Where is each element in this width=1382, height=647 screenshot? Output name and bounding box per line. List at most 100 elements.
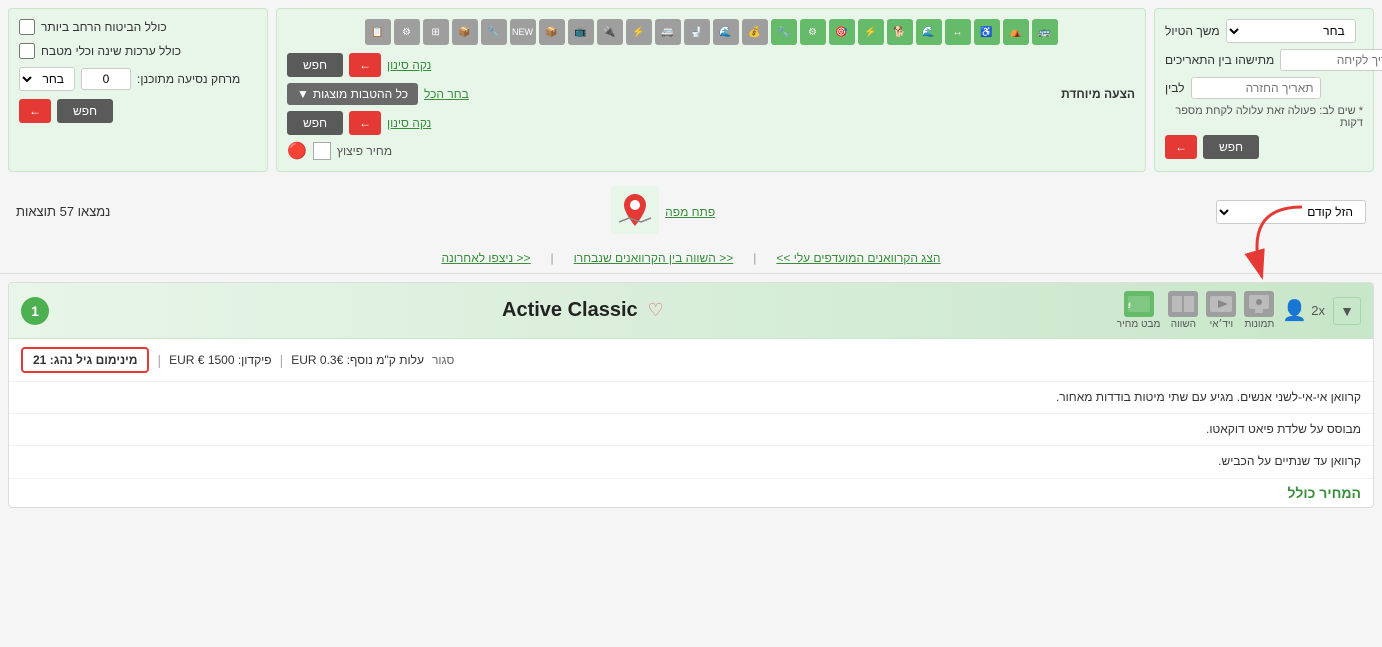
- card-number: 1: [21, 297, 49, 325]
- middle-filter-panel: 🚌 ⛺ ♿ ↔ 🌊 🐕 ⚡ 🎯 ⚙ 🔧 💰 🌊 🚽 🚐 ⚡ 🔌 📺 📦 NEW …: [276, 8, 1146, 172]
- middle-back2-btn[interactable]: ←: [349, 111, 381, 135]
- nav-link-3[interactable]: הצג הקרוואנים המועדפים עלי >>: [776, 251, 940, 265]
- tools-icon[interactable]: 🔧: [481, 19, 507, 45]
- desc-row-1: קרוואן אי-אי-לשני אנשים. מגיע עם שתי מיט…: [9, 382, 1373, 414]
- card-header: ▼ 2x 👤 תמונות ויד׳אי: [9, 283, 1373, 339]
- arrows-icon[interactable]: ↔: [945, 19, 971, 45]
- action-video[interactable]: ויד׳אי: [1206, 291, 1236, 330]
- expand-btn[interactable]: ▼: [1333, 297, 1361, 325]
- result-card-wrapper: ▼ 2x 👤 תמונות ויד׳אי: [0, 282, 1382, 508]
- photos-label: תמונות: [1244, 319, 1274, 330]
- map-icon: [611, 186, 659, 237]
- nav-sep-1: |: [753, 251, 756, 265]
- package-icon[interactable]: 📦: [452, 19, 478, 45]
- special-offer-label: הצעה מיוחדת: [1061, 87, 1135, 101]
- wrench-icon[interactable]: 🔧: [771, 19, 797, 45]
- right-back-btn[interactable]: ←: [19, 99, 51, 123]
- right-btn-group: חפש ←: [19, 99, 257, 123]
- result-card: ▼ 2x 👤 תמונות ויד׳אי: [8, 282, 1374, 508]
- date-to-input[interactable]: [1191, 77, 1321, 99]
- nav-links: הצג הקרוואנים המועדפים עלי >> | << השווה…: [0, 243, 1382, 274]
- distance-label: מרחק נסיעה מתוכנן:: [137, 72, 240, 86]
- rv-icon[interactable]: 🚐: [655, 19, 681, 45]
- middle-clear-row: נקה סינון ← חפש: [287, 53, 1135, 77]
- note-text: * שים לב: פעולה זאת עלולה לקחת מספר דקות: [1165, 105, 1363, 129]
- distance-input[interactable]: [81, 68, 131, 90]
- video-icon: [1206, 291, 1236, 317]
- age-badge: מינימום גיל נהג: 21: [21, 347, 149, 373]
- gear-icon[interactable]: ⚙: [800, 19, 826, 45]
- wave-icon[interactable]: 🌊: [713, 19, 739, 45]
- target-icon[interactable]: 🎯: [829, 19, 855, 45]
- insurance-checkbox[interactable]: [19, 19, 35, 35]
- pet-icon[interactable]: 🐕: [887, 19, 913, 45]
- route-select[interactable]: בחר: [1226, 19, 1356, 43]
- electric-icon[interactable]: ⚡: [858, 19, 884, 45]
- route-row: בחר משך הטיול: [1165, 19, 1363, 43]
- kitchen-checkbox[interactable]: [19, 43, 35, 59]
- money-icon[interactable]: 💰: [742, 19, 768, 45]
- camp-icon[interactable]: ⛺: [1003, 19, 1029, 45]
- desc-row-3: קרוואן עד שנתיים על הכביש.: [9, 446, 1373, 478]
- clear-filter2-link[interactable]: נקה סינון: [387, 116, 431, 130]
- desc-row-2: מבוסס על שלדת פיאט דוקאטו.: [9, 414, 1373, 446]
- date-from-input[interactable]: [1280, 49, 1382, 71]
- right-search-btn[interactable]: חפש: [57, 99, 113, 123]
- persons-count: 2x: [1311, 303, 1325, 318]
- price-checkbox[interactable]: [313, 142, 331, 160]
- to-label: לבין: [1165, 81, 1185, 95]
- left-search-btn[interactable]: חפש: [1203, 135, 1259, 159]
- grid-icon[interactable]: ⊞: [423, 19, 449, 45]
- clear-filter-link[interactable]: נקה סינון: [387, 58, 431, 72]
- box-icon[interactable]: 📦: [539, 19, 565, 45]
- settings-icon[interactable]: ⚙: [394, 19, 420, 45]
- compare-icon: [1168, 291, 1198, 317]
- svg-text:₪₪₪: ₪₪₪: [1128, 300, 1131, 310]
- dates-row: מתישהו בין התאריכים: [1165, 49, 1363, 71]
- insurance-row: כולל הביטוח הרחב ביותר: [19, 19, 257, 35]
- action-photos[interactable]: תמונות: [1244, 291, 1274, 330]
- price-filter-row: מחיר פיצוץ 🔴: [287, 141, 1135, 161]
- card-title-area: ♡ Active Classic: [502, 299, 664, 322]
- middle-search2-btn[interactable]: חפש: [287, 111, 343, 135]
- map-label[interactable]: פתח מפה: [665, 205, 715, 219]
- nav-link-2[interactable]: << השווה בין הקרוואנים שנבחרו: [574, 251, 734, 265]
- card-name: Active Classic: [502, 299, 638, 322]
- left-back-btn[interactable]: ←: [1165, 135, 1197, 159]
- heart-icon[interactable]: ♡: [648, 300, 664, 321]
- action-price-focus[interactable]: ₪₪₪ מבט מחיר: [1117, 291, 1161, 330]
- separator2: |: [280, 352, 284, 368]
- bus-icon[interactable]: 🚌: [1032, 19, 1058, 45]
- items-icon[interactable]: 📋: [365, 19, 391, 45]
- sort-select[interactable]: הזל קודם: [1216, 200, 1366, 224]
- wc-icon[interactable]: 🚽: [684, 19, 710, 45]
- date-to-row: לבין: [1165, 77, 1363, 99]
- distance-select[interactable]: בחר: [19, 67, 75, 91]
- water-icon[interactable]: 🌊: [916, 19, 942, 45]
- price-focus-label: מבט מחיר: [1117, 319, 1161, 330]
- all-options-label: כל ההטבות מוצגות: [313, 87, 408, 101]
- dropdown-arrow: ▼: [297, 87, 309, 101]
- all-options-btn[interactable]: כל ההטבות מוצגות ▼: [287, 83, 418, 105]
- route-label: משך הטיול: [1165, 24, 1220, 38]
- nav-link-1[interactable]: << ניצפו לאחרונה: [442, 251, 531, 265]
- plug-icon[interactable]: 🔌: [597, 19, 623, 45]
- dates-label: מתישהו בין התאריכים: [1165, 53, 1274, 67]
- select-all-link[interactable]: בחר הכל: [424, 87, 469, 101]
- accessibility-icon[interactable]: ♿: [974, 19, 1000, 45]
- kitchen-label: כולל ערכות שינה וכלי מטבח: [41, 44, 181, 58]
- tv-icon[interactable]: 📺: [568, 19, 594, 45]
- persons-info: 2x 👤: [1282, 298, 1325, 323]
- map-area[interactable]: פתח מפה: [611, 186, 715, 237]
- middle-clear2-row: נקה סינון ← חפש: [287, 111, 1135, 135]
- left-btn-group: חפש ←: [1165, 135, 1363, 159]
- kitchen-row: כולל ערכות שינה וכלי מטבח: [19, 43, 257, 59]
- results-count: נמצאו 57 תוצאות: [16, 204, 110, 219]
- middle-all-options-row: הצעה מיוחדת בחר הכל כל ההטבות מוצגות ▼: [287, 83, 1135, 105]
- nav-sep-2: |: [551, 251, 554, 265]
- bolt-icon[interactable]: ⚡: [626, 19, 652, 45]
- middle-back-btn[interactable]: ←: [349, 53, 381, 77]
- right-filter-panel: כולל הביטוח הרחב ביותר כולל ערכות שינה ו…: [8, 8, 268, 172]
- action-compare[interactable]: השווה: [1168, 291, 1198, 330]
- middle-search-btn[interactable]: חפש: [287, 53, 343, 77]
